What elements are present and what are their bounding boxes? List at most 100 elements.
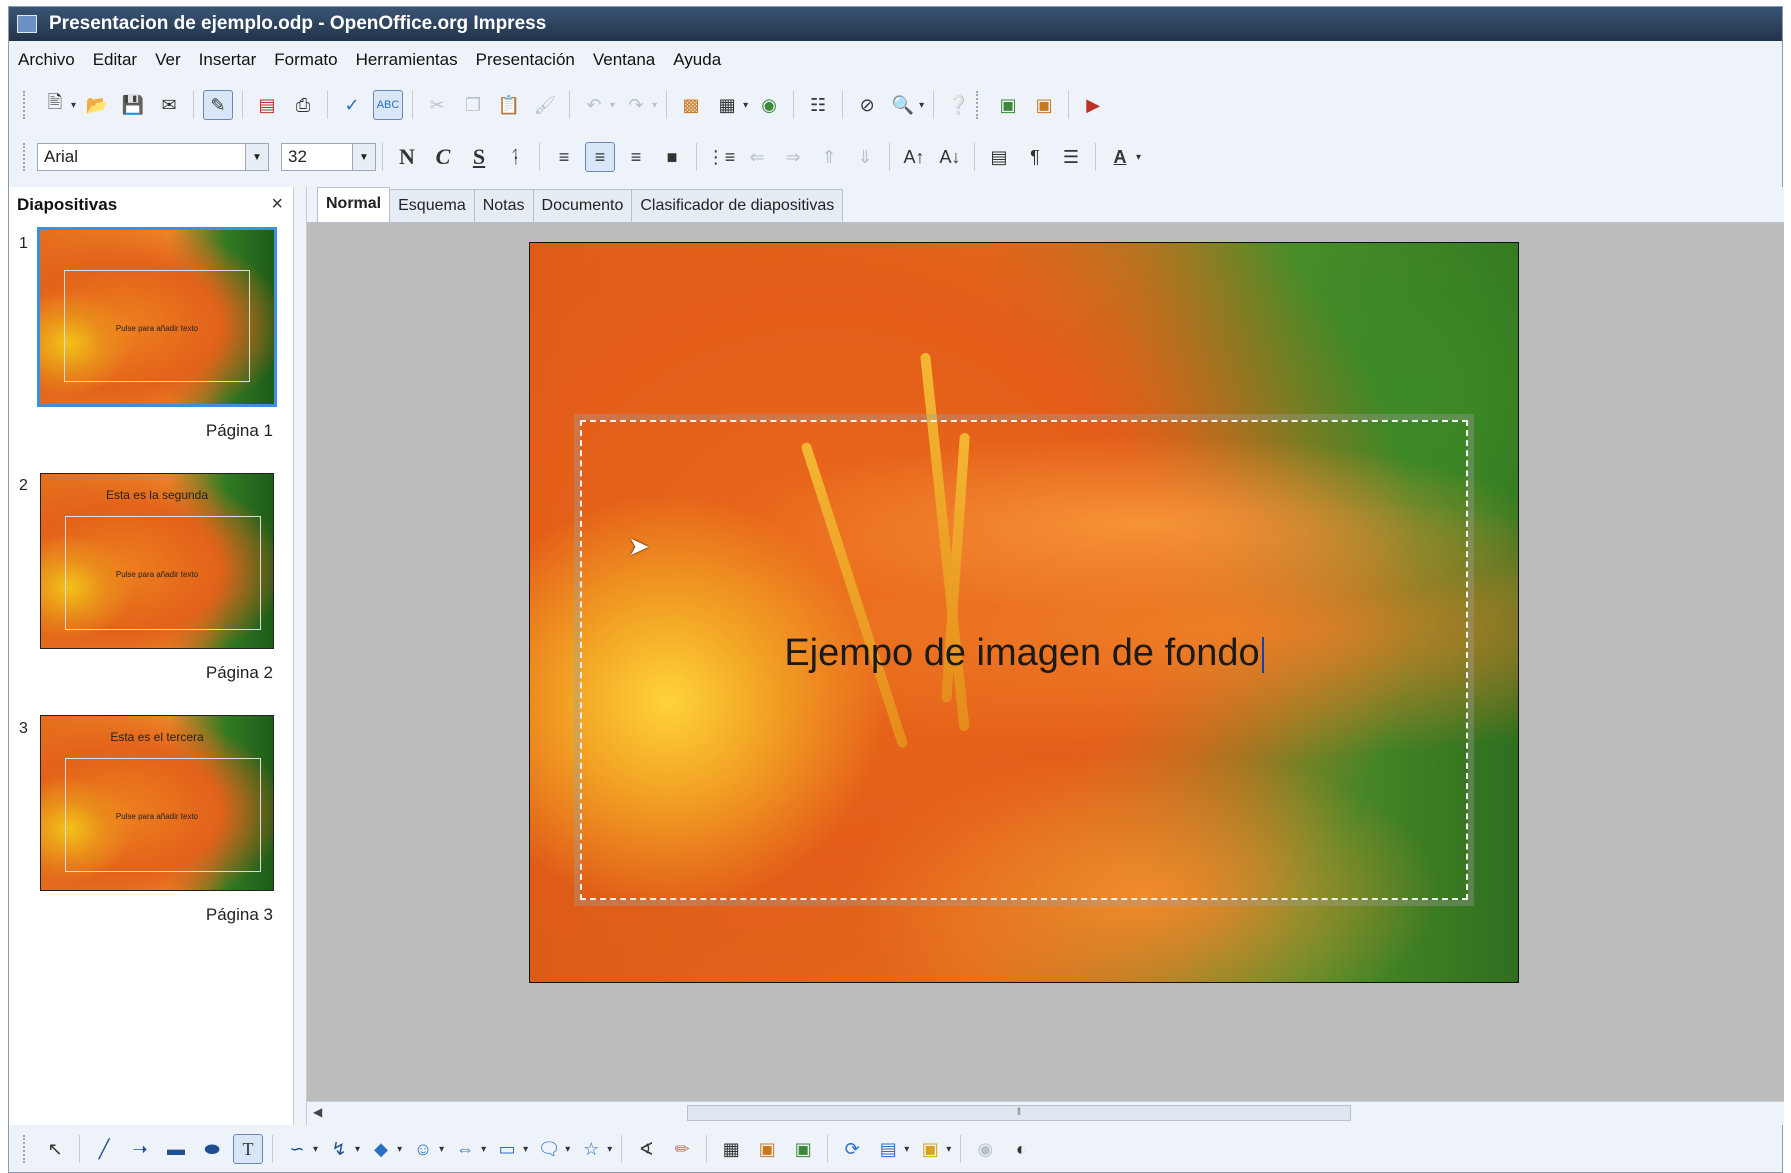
underline-button[interactable]: S: [464, 142, 494, 172]
align-icon[interactable]: ▤: [873, 1134, 903, 1164]
callout-icon[interactable]: 🗨: [534, 1134, 564, 1164]
arrow-icon[interactable]: ➝: [125, 1134, 155, 1164]
open-folder-icon[interactable]: 📂: [82, 90, 112, 120]
menu-ayuda[interactable]: Ayuda: [664, 45, 730, 75]
help-icon[interactable]: ❔: [943, 90, 973, 120]
text-icon[interactable]: T: [233, 1134, 263, 1164]
flowchart-icon[interactable]: ▭: [492, 1134, 522, 1164]
table-dropdown-icon[interactable]: ▾: [743, 100, 748, 111]
print-icon[interactable]: ⎙: [288, 90, 318, 120]
email-icon[interactable]: ✉: [154, 90, 184, 120]
points-icon[interactable]: ∢: [631, 1134, 661, 1164]
shape-dropdown-icon[interactable]: ▾: [397, 1144, 402, 1155]
slide-thumbnail-2[interactable]: Esta es la segunda Pulse para añadir tex…: [40, 473, 274, 649]
hide-icon[interactable]: ⊘: [852, 90, 882, 120]
font-name-box[interactable]: Arial ▼: [37, 143, 269, 171]
font-color-dropdown-icon[interactable]: ▾: [1136, 152, 1141, 163]
menu-presentacion[interactable]: Presentación: [467, 45, 584, 75]
increase-font-icon[interactable]: A↑: [899, 142, 929, 172]
globe-icon[interactable]: ◉: [754, 90, 784, 120]
spellcheck-icon[interactable]: ✓: [337, 90, 367, 120]
toolbar-grip[interactable]: [23, 143, 29, 171]
cut-icon[interactable]: ✂: [422, 90, 452, 120]
align-center-icon[interactable]: ≡: [585, 142, 615, 172]
star-icon[interactable]: ☆: [576, 1134, 606, 1164]
horizontal-scrollbar[interactable]: ◀ ‖: [307, 1101, 1784, 1125]
callout-dropdown-icon[interactable]: ▾: [565, 1144, 570, 1155]
pane-splitter[interactable]: [295, 187, 307, 1125]
move-down-icon[interactable]: ⇓: [850, 142, 880, 172]
move-up-icon[interactable]: ⇑: [814, 142, 844, 172]
new-dropdown-icon[interactable]: ▾: [71, 100, 76, 111]
symbol-dropdown-icon[interactable]: ▾: [439, 1144, 444, 1155]
extrusion-icon[interactable]: ◉: [970, 1134, 1000, 1164]
chevron-down-icon[interactable]: ▼: [245, 144, 268, 170]
chevron-down-icon[interactable]: ▼: [352, 144, 375, 170]
shadow-text-icon[interactable]: ᛑ: [500, 142, 530, 172]
zoom-dropdown-icon[interactable]: ▾: [919, 100, 924, 111]
scrollbar-thumb[interactable]: ‖: [687, 1105, 1351, 1121]
menu-ventana[interactable]: Ventana: [584, 45, 664, 75]
arrange-dropdown-icon[interactable]: ▾: [946, 1144, 951, 1155]
image-icon[interactable]: ▣: [752, 1134, 782, 1164]
bullets-icon[interactable]: ⋮≡: [706, 142, 736, 172]
align-right-icon[interactable]: ≡: [621, 142, 651, 172]
promote-icon[interactable]: ⇒: [778, 142, 808, 172]
new-document-icon[interactable]: 🖹: [40, 90, 70, 120]
3d-icon[interactable]: ▣: [788, 1134, 818, 1164]
shadow-icon[interactable]: ◐: [1006, 1134, 1036, 1164]
fontwork-icon[interactable]: ▦: [716, 1134, 746, 1164]
decrease-font-icon[interactable]: A↓: [935, 142, 965, 172]
grid-icon[interactable]: ☷: [803, 90, 833, 120]
undo-icon[interactable]: ↶: [579, 90, 609, 120]
curve-icon[interactable]: ∽: [282, 1134, 312, 1164]
rectangle-icon[interactable]: ▬: [161, 1134, 191, 1164]
flowchart-dropdown-icon[interactable]: ▾: [523, 1144, 528, 1155]
menu-ver[interactable]: Ver: [146, 45, 190, 75]
redo-dropdown-icon[interactable]: ▾: [652, 100, 657, 111]
save-icon[interactable]: 💾: [118, 90, 148, 120]
toolbar-grip[interactable]: [23, 1135, 29, 1163]
tab-clasificador[interactable]: Clasificador de diapositivas: [631, 189, 844, 222]
slide-text[interactable]: Ejempo de imagen de fondo: [582, 632, 1466, 675]
align-dropdown-icon[interactable]: ▾: [904, 1144, 909, 1155]
diamond-icon[interactable]: ◆: [366, 1134, 396, 1164]
ellipse-icon[interactable]: ⬬: [197, 1134, 227, 1164]
slide-canvas[interactable]: Ejempo de imagen de fondo ➤: [529, 242, 1519, 983]
toolbar-grip[interactable]: [976, 91, 982, 119]
slide-icon[interactable]: ▣: [993, 90, 1023, 120]
text-placeholder-box[interactable]: Ejempo de imagen de fondo: [574, 414, 1474, 906]
tab-documento[interactable]: Documento: [532, 189, 633, 222]
font-color-icon[interactable]: A: [1105, 142, 1135, 172]
demote-icon[interactable]: ⇐: [742, 142, 772, 172]
table-icon[interactable]: ▦: [712, 90, 742, 120]
tab-esquema[interactable]: Esquema: [389, 189, 475, 222]
rotate-icon[interactable]: ⟳: [837, 1134, 867, 1164]
smiley-icon[interactable]: ☺: [408, 1134, 438, 1164]
slide-thumbnail-1[interactable]: Pulse para añadir texto: [37, 227, 277, 407]
tab-normal[interactable]: Normal: [317, 187, 391, 222]
tab-notas[interactable]: Notas: [473, 189, 534, 222]
menu-formato[interactable]: Formato: [265, 45, 346, 75]
slide-thumbnail-3[interactable]: Esta es el tercera Pulse para añadir tex…: [40, 715, 274, 891]
connector-dropdown-icon[interactable]: ▾: [355, 1144, 360, 1155]
menu-editar[interactable]: Editar: [84, 45, 146, 75]
scroll-left-icon[interactable]: ◀: [313, 1105, 322, 1119]
numbering-icon[interactable]: ☰: [1056, 142, 1086, 172]
arrange-icon[interactable]: ▣: [915, 1134, 945, 1164]
zoom-icon[interactable]: 🔍: [888, 90, 918, 120]
bold-button[interactable]: N: [392, 142, 422, 172]
autospell-icon[interactable]: ABC: [373, 90, 404, 120]
toolbar-grip[interactable]: [23, 91, 29, 119]
block-arrow-icon[interactable]: ⇔: [450, 1134, 480, 1164]
paste-icon[interactable]: 📋: [494, 90, 524, 120]
connector-icon[interactable]: ↯: [324, 1134, 354, 1164]
edit-file-icon[interactable]: ✎: [203, 90, 234, 120]
undo-dropdown-icon[interactable]: ▾: [610, 100, 615, 111]
font-size-box[interactable]: 32 ▼: [281, 143, 376, 171]
chart-icon[interactable]: ▩: [676, 90, 706, 120]
curve-dropdown-icon[interactable]: ▾: [313, 1144, 318, 1155]
menu-archivo[interactable]: Archivo: [9, 45, 84, 75]
export-pdf-icon[interactable]: ▤: [252, 90, 282, 120]
close-icon[interactable]: ×: [271, 193, 283, 216]
